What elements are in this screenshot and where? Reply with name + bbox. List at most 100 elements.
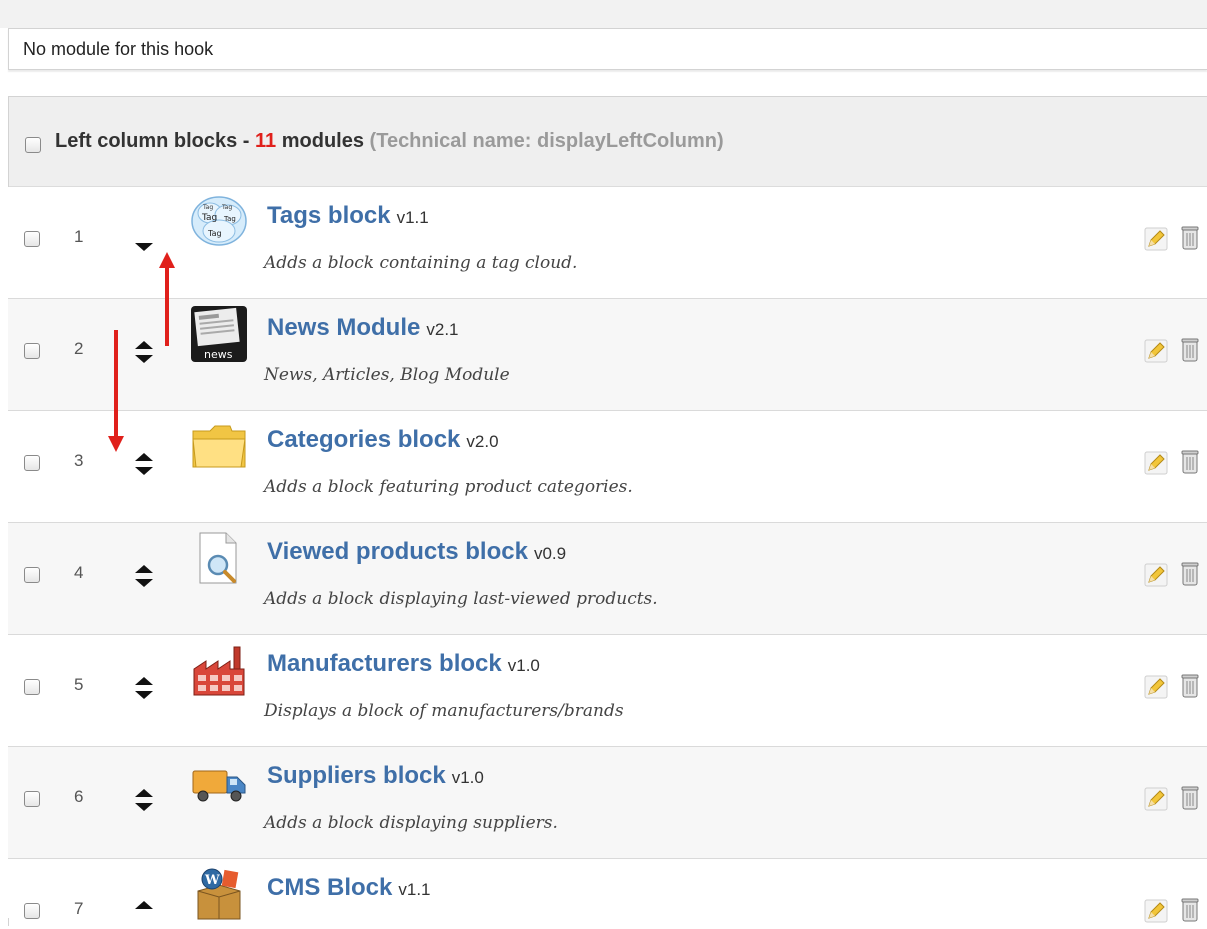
magnifier-document-icon bbox=[199, 532, 237, 584]
module-version: v2.1 bbox=[426, 320, 459, 339]
module-name-link[interactable]: Manufacturers block bbox=[267, 650, 502, 677]
module-title: Tags block v1.1 bbox=[267, 202, 429, 230]
module-version: v1.1 bbox=[398, 880, 431, 899]
module-checkbox[interactable] bbox=[24, 567, 40, 583]
module-checkbox[interactable] bbox=[24, 343, 40, 359]
move-down-icon[interactable] bbox=[135, 691, 153, 699]
delete-trash-icon[interactable] bbox=[1180, 673, 1200, 699]
module-row: 2 news News Module v2.1 News, Articles, B… bbox=[8, 299, 1207, 411]
module-checkbox[interactable] bbox=[24, 231, 40, 247]
hook-module-count: 11 bbox=[255, 130, 277, 152]
module-position: 2 bbox=[74, 339, 84, 358]
module-title: Categories block v2.0 bbox=[267, 426, 499, 454]
module-name-link[interactable]: Viewed products block bbox=[267, 538, 528, 565]
move-up-icon[interactable] bbox=[135, 901, 153, 909]
module-checkbox[interactable] bbox=[24, 455, 40, 471]
truck-icon bbox=[192, 770, 246, 802]
empty-hook-box: No module for this hook bbox=[8, 28, 1207, 70]
move-up-icon[interactable] bbox=[135, 789, 153, 797]
move-up-icon[interactable] bbox=[135, 565, 153, 573]
move-up-icon[interactable] bbox=[135, 453, 153, 461]
move-arrows bbox=[134, 787, 154, 817]
hook-count-suffix: modules bbox=[276, 130, 364, 152]
module-title: CMS Block v1.1 bbox=[267, 874, 431, 902]
module-row: 4 Viewed products block v0.9 Adds a block… bbox=[8, 523, 1207, 635]
edit-pencil-icon[interactable] bbox=[1144, 339, 1168, 363]
edit-pencil-icon[interactable] bbox=[1144, 563, 1168, 587]
module-version: v1.0 bbox=[451, 768, 484, 787]
move-arrows bbox=[134, 451, 154, 481]
module-version: v2.0 bbox=[466, 432, 499, 451]
module-row: 6 Suppliers block v1.0 Adds a block displ… bbox=[8, 747, 1207, 859]
module-position: 4 bbox=[74, 563, 84, 582]
module-description: Adds a block containing a tag cloud. bbox=[264, 253, 578, 273]
move-down-icon[interactable] bbox=[135, 243, 153, 251]
cms-box-icon: W bbox=[197, 868, 241, 920]
select-all-checkbox[interactable] bbox=[25, 137, 41, 153]
move-arrows bbox=[134, 227, 154, 257]
module-name-link[interactable]: Categories block bbox=[267, 426, 460, 453]
module-checkbox[interactable] bbox=[24, 903, 40, 919]
move-up-icon[interactable] bbox=[135, 677, 153, 685]
top-band bbox=[0, 0, 1207, 28]
move-arrows bbox=[134, 339, 154, 369]
delete-trash-icon[interactable] bbox=[1180, 449, 1200, 475]
module-title: News Module v2.1 bbox=[267, 314, 459, 342]
move-arrows bbox=[134, 899, 154, 929]
module-description: News, Articles, Blog Module bbox=[264, 365, 510, 385]
move-down-icon[interactable] bbox=[135, 355, 153, 363]
edit-pencil-icon[interactable] bbox=[1144, 675, 1168, 699]
edit-pencil-icon[interactable] bbox=[1144, 899, 1168, 923]
move-down-icon[interactable] bbox=[135, 579, 153, 587]
factory-icon bbox=[193, 646, 245, 696]
move-up-icon[interactable] bbox=[135, 341, 153, 349]
module-row: 5 Manufacturers block v1.0 Displays a blo… bbox=[8, 635, 1207, 747]
module-position: 7 bbox=[74, 899, 84, 918]
edit-pencil-icon[interactable] bbox=[1144, 451, 1168, 475]
module-version: v1.1 bbox=[396, 208, 429, 227]
delete-trash-icon[interactable] bbox=[1180, 225, 1200, 251]
no-module-message: No module for this hook bbox=[23, 39, 214, 59]
module-description: Displays a block of manufacturers/brands bbox=[264, 701, 624, 721]
delete-trash-icon[interactable] bbox=[1180, 337, 1200, 363]
module-description: Adds a block featuring product categorie… bbox=[264, 477, 633, 497]
module-row: 3 Categories block v2.0 Adds a block feat… bbox=[8, 411, 1207, 523]
module-position: 5 bbox=[74, 675, 84, 694]
module-name-link[interactable]: News Module bbox=[267, 314, 420, 341]
module-description: Adds a block displaying suppliers. bbox=[264, 813, 558, 833]
module-name-link[interactable]: Tags block bbox=[267, 202, 391, 229]
edit-pencil-icon[interactable] bbox=[1144, 787, 1168, 811]
module-row: 1 Tag Tag Tag Tag Tag Tags block v1.1 Add… bbox=[8, 187, 1207, 299]
news-icon: news bbox=[191, 306, 247, 362]
delete-trash-icon[interactable] bbox=[1180, 561, 1200, 587]
module-title: Suppliers block v1.0 bbox=[267, 762, 484, 790]
move-down-icon[interactable] bbox=[135, 467, 153, 475]
hook-technical-name: (Technical name: displayLeftColumn) bbox=[369, 130, 724, 152]
module-title: Manufacturers block v1.0 bbox=[267, 650, 540, 678]
module-position: 6 bbox=[74, 787, 84, 806]
module-name-link[interactable]: Suppliers block bbox=[267, 762, 446, 789]
module-title: Viewed products block v0.9 bbox=[267, 538, 566, 566]
move-down-icon[interactable] bbox=[135, 803, 153, 811]
module-row: 7 W CMS Block v1.1 bbox=[8, 859, 1207, 923]
module-version: v0.9 bbox=[533, 544, 567, 563]
module-checkbox[interactable] bbox=[24, 791, 40, 807]
svg-text:Tag: Tag bbox=[202, 204, 213, 211]
hook-panel-header: Left column blocks - 11 modules (Technic… bbox=[9, 97, 1207, 187]
move-arrows bbox=[134, 675, 154, 705]
svg-text:Tag: Tag bbox=[201, 213, 217, 223]
svg-text:news: news bbox=[204, 348, 233, 361]
delete-trash-icon[interactable] bbox=[1180, 785, 1200, 811]
delete-trash-icon[interactable] bbox=[1180, 897, 1200, 923]
svg-text:Tag: Tag bbox=[221, 204, 232, 211]
module-name-link[interactable]: CMS Block bbox=[267, 874, 392, 901]
move-arrows bbox=[134, 563, 154, 593]
hook-title-prefix: Left column blocks - bbox=[55, 130, 256, 152]
folder-icon bbox=[192, 425, 246, 468]
hook-title: Left column blocks - 11 modules (Technic… bbox=[55, 130, 724, 153]
module-position: 1 bbox=[74, 227, 84, 246]
edit-pencil-icon[interactable] bbox=[1144, 227, 1168, 251]
module-description: Adds a block displaying last-viewed prod… bbox=[264, 589, 658, 609]
svg-text:W: W bbox=[204, 873, 220, 888]
module-checkbox[interactable] bbox=[24, 679, 40, 695]
